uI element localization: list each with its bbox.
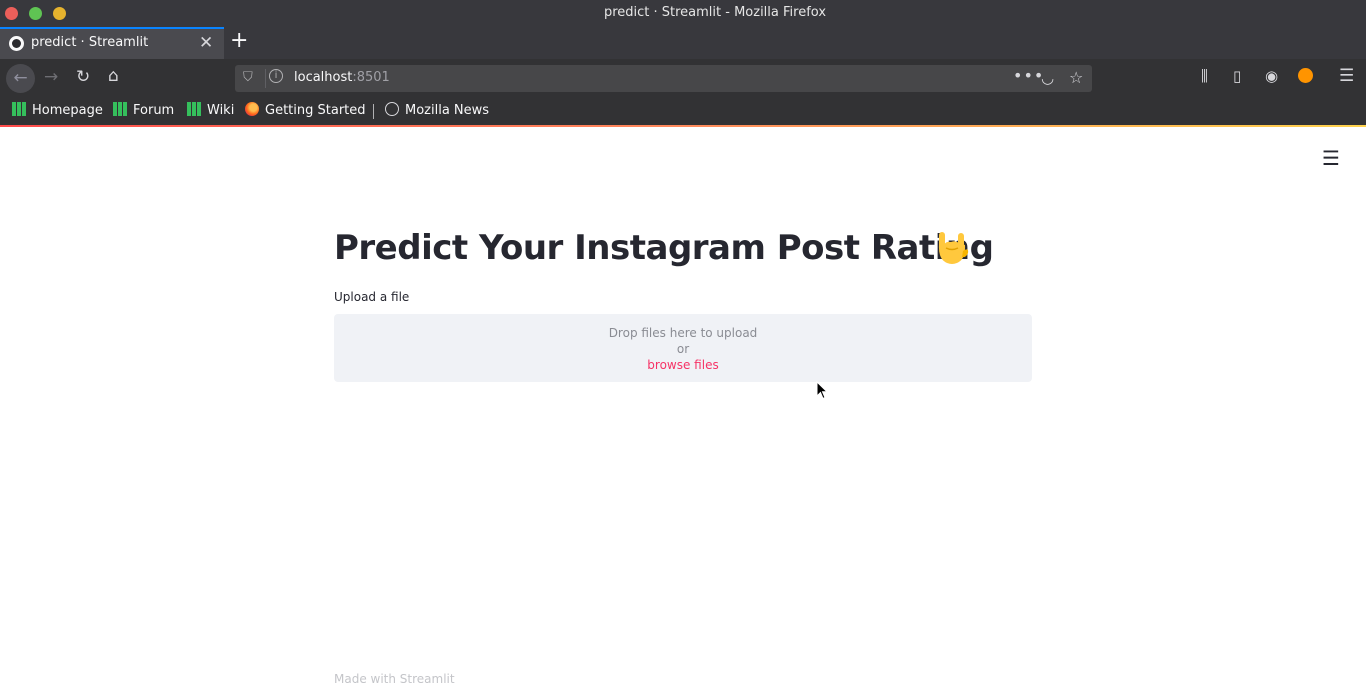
firefox-icon — [245, 102, 259, 116]
url-port: :8501 — [352, 70, 390, 85]
url-divider — [265, 69, 266, 88]
manjaro-icon — [187, 102, 201, 116]
file-uploader-label: Upload a file — [334, 290, 410, 304]
account-icon[interactable]: ◉ — [1265, 67, 1278, 85]
globe-icon — [385, 102, 399, 116]
site-info-icon[interactable]: i — [269, 69, 283, 83]
made-with-streamlit-footer[interactable]: Made with Streamlit — [334, 672, 455, 686]
file-dropzone[interactable]: Drop files here to upload or browse file… — [334, 314, 1032, 382]
bookmark-homepage[interactable]: Homepage — [12, 102, 103, 120]
window-title: predict · Streamlit - Mozilla Firefox — [603, 5, 827, 20]
dropzone-instruction: Drop files here to upload — [608, 326, 758, 340]
manjaro-icon — [12, 102, 26, 116]
sign-of-the-horns-icon — [938, 232, 969, 264]
tab-predict[interactable]: predict · Streamlit ✕ — [0, 27, 224, 59]
bookmark-label: Homepage — [32, 103, 103, 118]
back-arrow-icon[interactable]: ← — [6, 64, 35, 93]
library-icon[interactable]: ⫼ — [1201, 67, 1208, 85]
bookmark-forum[interactable]: Forum — [113, 102, 174, 120]
window-titlebar: predict · Streamlit - Mozilla Firefox — [0, 0, 1366, 27]
bookmark-getting-started[interactable]: Getting Started — [245, 102, 366, 120]
url-bar[interactable]: ⛉ i localhost:8501 ••• ◡ ☆ — [235, 65, 1092, 92]
bookmark-label: Getting Started — [265, 103, 366, 118]
streamlit-menu-icon[interactable]: ☰ — [1322, 146, 1340, 170]
browse-files-link[interactable]: browse files — [334, 357, 1032, 373]
app-menu-icon[interactable]: ☰ — [1339, 66, 1354, 86]
page-actions-more-icon[interactable]: ••• — [1013, 66, 1044, 85]
mouse-pointer-icon — [816, 381, 828, 400]
navigation-toolbar: ← → ↻ ⌂ ⛉ i localhost:8501 ••• ◡ ☆ ⫼ ▯ ◉… — [0, 59, 1366, 97]
url-text[interactable]: localhost:8501 — [294, 70, 390, 85]
bookmark-label: Wiki — [207, 103, 235, 118]
bookmark-label: Mozilla News — [405, 103, 490, 118]
tab-close-icon[interactable]: ✕ — [199, 33, 213, 53]
tab-bar: predict · Streamlit ✕ + — [0, 27, 1366, 59]
url-host: localhost — [294, 70, 353, 85]
sidebar-toggle-icon[interactable]: ▯ — [1233, 67, 1241, 85]
reload-icon[interactable]: ↻ — [76, 67, 90, 87]
home-icon[interactable]: ⌂ — [108, 66, 119, 86]
extension-icon[interactable] — [1298, 68, 1313, 83]
pocket-icon[interactable]: ◡ — [1041, 69, 1054, 87]
tracking-shield-icon[interactable]: ⛉ — [243, 70, 253, 85]
bookmarks-separator — [373, 104, 374, 119]
streamlit-favicon-icon — [9, 36, 24, 51]
streamlit-main: ☰ Predict Your Instagram Post Rating Upl… — [0, 127, 1366, 698]
bookmarks-toolbar: Homepage Forum Wiki Getting Started Mozi… — [0, 97, 1366, 125]
page-title: Predict Your Instagram Post Rating — [334, 228, 994, 268]
bookmark-star-icon[interactable]: ☆ — [1069, 68, 1083, 87]
bookmark-label: Forum — [133, 103, 175, 118]
manjaro-icon — [113, 102, 127, 116]
tab-title: predict · Streamlit — [31, 35, 149, 50]
bookmark-wiki[interactable]: Wiki — [187, 102, 234, 120]
dropzone-or: or — [676, 342, 690, 356]
bookmark-mozilla-news[interactable]: Mozilla News — [385, 102, 489, 120]
new-tab-plus-icon[interactable]: + — [230, 28, 248, 53]
forward-arrow-icon[interactable]: → — [44, 67, 58, 87]
